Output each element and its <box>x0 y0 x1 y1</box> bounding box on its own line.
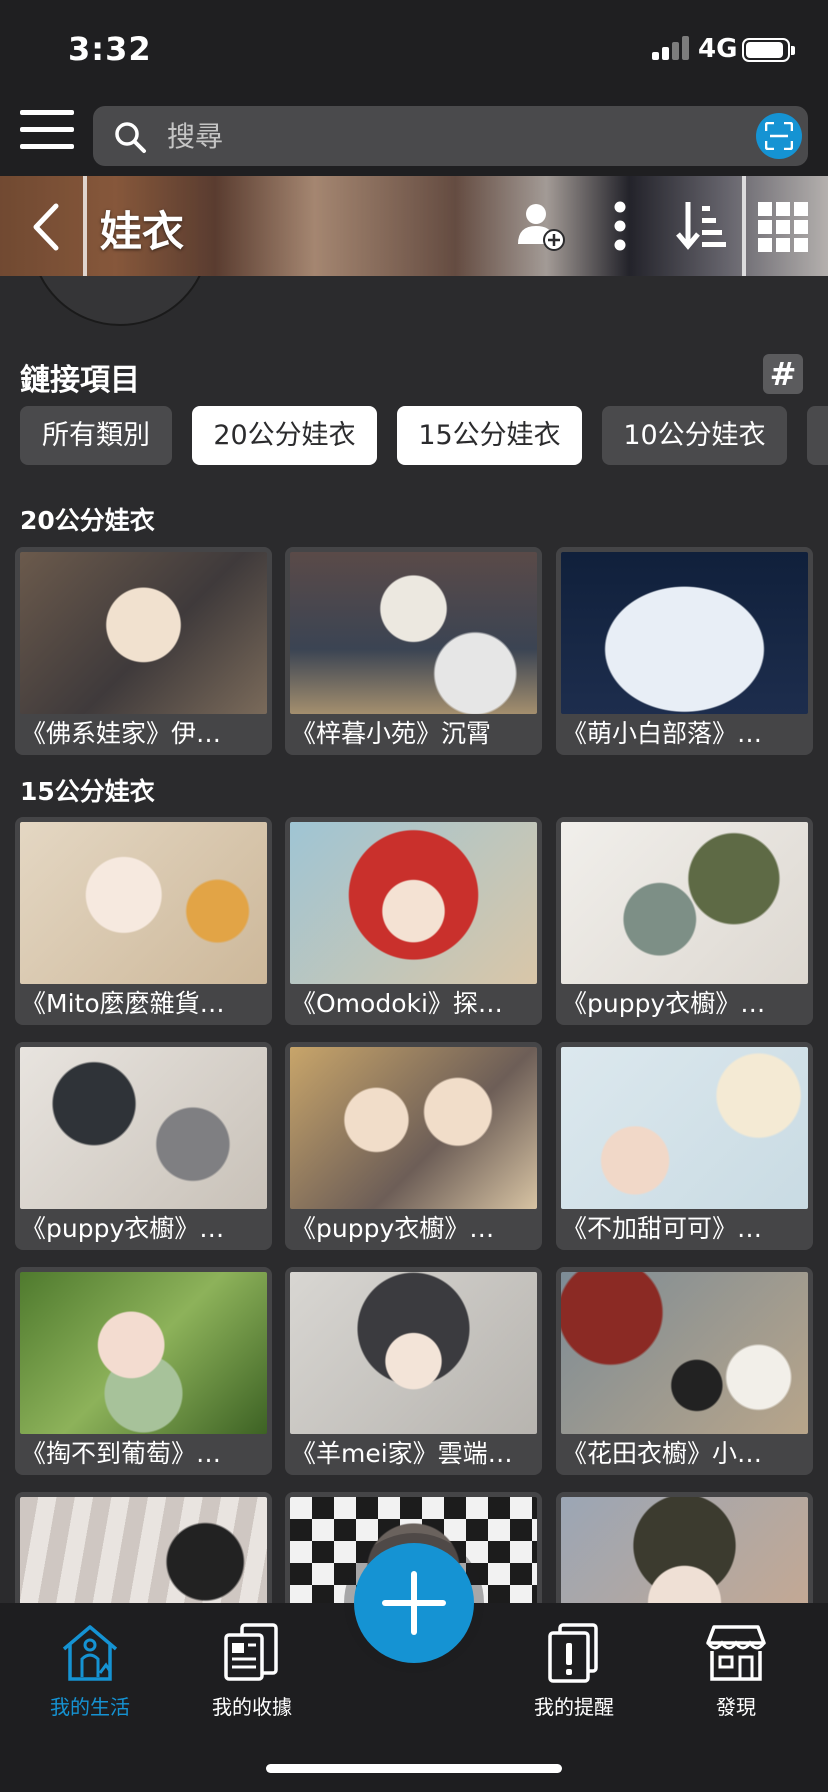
nav-my-reminders[interactable]: 我的提醒 <box>504 1621 644 1731</box>
nav-label: 我的收據 <box>212 1695 292 1719</box>
item-label: 《萌小白部落》… <box>562 719 763 748</box>
item-label: 《花田衣櫥》小… <box>562 1439 763 1468</box>
item-thumbnail <box>20 1047 267 1209</box>
item-card[interactable]: 《羊mei家》雲端… <box>285 1267 542 1475</box>
item-label: 《puppy衣櫥》… <box>21 1214 225 1243</box>
item-card[interactable]: 《puppy衣櫥》… <box>15 1042 272 1250</box>
item-label: 《Mito麼麼雜貨… <box>21 989 225 1018</box>
item-thumbnail <box>561 822 808 984</box>
nav-my-life[interactable]: 我的生活 <box>20 1621 160 1731</box>
banner-divider <box>83 176 87 276</box>
item-label: 《佛系娃家》伊… <box>21 719 222 748</box>
chip-10cm[interactable]: 10公分娃衣 <box>602 406 787 465</box>
banner-divider <box>742 176 746 276</box>
store-icon <box>706 1625 766 1681</box>
network-label: 4G <box>698 34 738 64</box>
receipt-icon <box>224 1623 278 1681</box>
chip-20cm[interactable]: 20公分娃衣 <box>192 406 377 465</box>
nav-label: 我的提醒 <box>534 1695 614 1719</box>
nav-label: 我的生活 <box>50 1695 130 1719</box>
avatar <box>30 276 210 326</box>
item-thumbnail <box>20 552 267 714</box>
item-card[interactable]: 《萌小白部落》… <box>556 547 813 755</box>
chip-more[interactable] <box>807 406 828 465</box>
item-thumbnail <box>290 552 537 714</box>
item-card[interactable]: 《梓暮小苑》沉霄 <box>285 547 542 755</box>
chip-all-categories[interactable]: 所有類別 <box>20 406 172 465</box>
item-thumbnail <box>290 1047 537 1209</box>
add-button[interactable] <box>354 1543 474 1663</box>
search-input[interactable] <box>167 114 727 158</box>
search-row <box>0 96 828 176</box>
item-thumbnail <box>561 552 808 714</box>
item-label: 《puppy衣櫥》… <box>291 1214 495 1243</box>
chip-15cm[interactable]: 15公分娃衣 <box>397 406 582 465</box>
header-banner: 娃衣 <box>0 176 828 276</box>
home-person-icon <box>62 1625 118 1681</box>
item-card[interactable]: 《不加甜可可》… <box>556 1042 813 1250</box>
item-label: 《Omodoki》探… <box>291 989 503 1018</box>
page-title: 娃衣 <box>100 207 185 256</box>
back-icon[interactable] <box>28 202 64 252</box>
item-label: 《羊mei家》雲端… <box>291 1439 513 1468</box>
search-bar[interactable] <box>93 106 808 166</box>
item-card[interactable]: 《佛系娃家》伊… <box>15 547 272 755</box>
nav-discover[interactable]: 發現 <box>666 1621 806 1731</box>
signal-icon <box>652 36 692 60</box>
item-card[interactable]: 《puppy衣櫥》… <box>556 817 813 1025</box>
nav-my-receipts[interactable]: 我的收據 <box>182 1621 322 1731</box>
scan-icon <box>765 122 793 150</box>
item-card[interactable]: 《Mito麼麼雜貨… <box>15 817 272 1025</box>
item-label: 《puppy衣櫥》… <box>562 989 766 1018</box>
item-label: 《掏不到葡萄》… <box>21 1439 222 1468</box>
status-bar: 3:32 4G <box>0 0 828 96</box>
home-indicator[interactable] <box>266 1764 562 1773</box>
group-title-15cm: 15公分娃衣 <box>20 777 155 806</box>
item-thumbnail <box>561 1272 808 1434</box>
plus-icon <box>382 1600 446 1606</box>
item-thumbnail <box>290 822 537 984</box>
hamburger-menu-icon[interactable] <box>20 106 74 154</box>
add-member-icon[interactable] <box>512 198 568 254</box>
item-label: 《不加甜可可》… <box>562 1214 763 1243</box>
item-thumbnail <box>20 822 267 984</box>
item-thumbnail <box>20 1272 267 1434</box>
item-thumbnail <box>561 1047 808 1209</box>
grid-view-icon[interactable] <box>756 198 812 254</box>
status-time: 3:32 <box>68 30 152 68</box>
category-chips: 所有類別 20公分娃衣 15公分娃衣 10公分娃衣 <box>20 406 828 466</box>
sort-icon[interactable] <box>672 198 728 254</box>
scan-button[interactable] <box>756 113 802 159</box>
item-label: 《梓暮小苑》沉霄 <box>291 719 492 748</box>
battery-icon <box>742 38 795 62</box>
linked-items-title: 鏈接項目 <box>20 363 140 398</box>
item-card[interactable]: 《掏不到葡萄》… <box>15 1267 272 1475</box>
item-card[interactable]: 《花田衣櫥》小… <box>556 1267 813 1475</box>
more-options-icon[interactable] <box>592 198 648 254</box>
item-thumbnail <box>290 1272 537 1434</box>
reminder-icon <box>548 1623 598 1683</box>
search-icon <box>115 122 146 153</box>
hashtag-button[interactable]: # <box>763 354 803 394</box>
item-card[interactable]: 《puppy衣櫥》… <box>285 1042 542 1250</box>
group-title-20cm: 20公分娃衣 <box>20 506 155 535</box>
nav-label: 發現 <box>716 1695 756 1719</box>
item-card[interactable]: 《Omodoki》探… <box>285 817 542 1025</box>
